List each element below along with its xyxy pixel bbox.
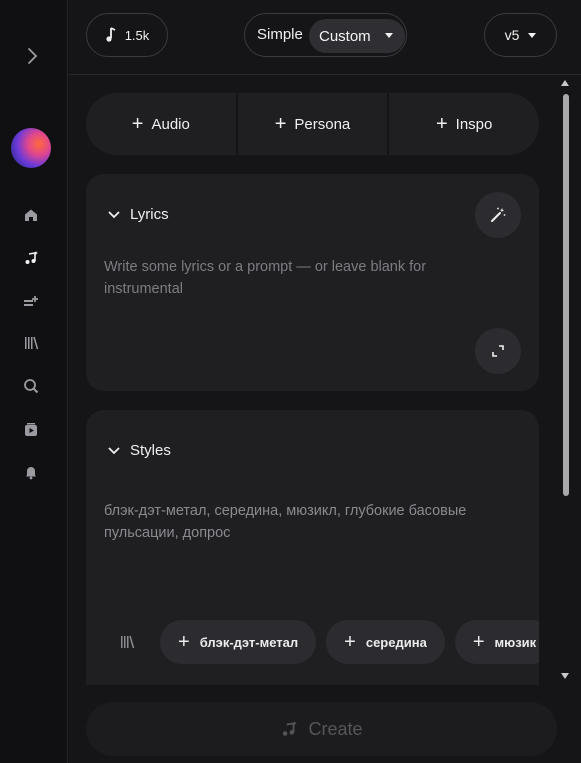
search-icon[interactable] <box>21 376 41 396</box>
add-buttons-row: + Audio + Persona + Inspo <box>86 93 539 155</box>
library-icon <box>121 635 135 649</box>
style-chip[interactable]: + середина <box>326 620 445 664</box>
add-inspo-button[interactable]: + Inspo <box>387 93 539 155</box>
lyrics-input[interactable]: Write some lyrics or a prompt — or leave… <box>104 256 464 300</box>
credits-count: 1.5k <box>124 27 150 43</box>
lyrics-panel: Lyrics Write some lyrics or a prompt — o… <box>86 174 539 391</box>
styles-header[interactable]: Styles <box>108 442 171 459</box>
style-chip[interactable]: + мюзик <box>454 620 539 664</box>
add-audio-button[interactable]: + Audio <box>86 93 236 155</box>
version-select[interactable]: v5 <box>484 13 557 57</box>
style-library-button[interactable] <box>104 620 150 664</box>
mode-simple-tab[interactable]: Simple <box>257 26 303 43</box>
style-chips-row: + блэк-дэт-метал + середина + мюзик <box>104 620 539 664</box>
create-label: Create <box>308 718 363 739</box>
mode-toggle: Simple Custom <box>244 13 407 57</box>
styles-input[interactable]: блэк-дэт-метал, середина, мюзикл, глубок… <box>104 500 494 544</box>
styles-heading: Styles <box>130 442 171 459</box>
plus-icon: + <box>472 631 485 653</box>
chevron-down-icon <box>108 210 120 218</box>
expand-icon <box>492 345 504 357</box>
scroll-up-arrow-icon[interactable] <box>561 80 569 86</box>
create-music-icon <box>283 721 298 736</box>
mode-custom-label: Custom <box>319 27 371 45</box>
style-chip-label: середина <box>365 634 427 650</box>
version-label: v5 <box>504 27 520 43</box>
expand-button[interactable] <box>475 328 521 374</box>
library-icon[interactable] <box>21 333 41 353</box>
style-chip-label: блэк-дэт-метал <box>199 634 299 650</box>
add-inspo-label: Inspo <box>455 115 493 133</box>
bell-icon[interactable] <box>21 462 41 482</box>
plus-icon: + <box>344 631 356 653</box>
scrollbar-thumb[interactable] <box>563 94 569 496</box>
mode-custom-tab[interactable]: Custom <box>309 19 405 53</box>
caret-down-icon <box>385 33 393 38</box>
chevron-down-icon <box>108 446 120 454</box>
create-panel: 1.5k Simple Custom v5 + Audio + Persona … <box>69 0 581 763</box>
plus-icon: + <box>274 113 287 135</box>
playlist-add-icon[interactable] <box>21 291 41 311</box>
plus-icon: + <box>178 631 190 653</box>
add-persona-label: Persona <box>294 115 351 133</box>
add-audio-label: Audio <box>151 115 190 133</box>
credits-button[interactable]: 1.5k <box>86 13 168 57</box>
left-sidebar <box>0 0 68 763</box>
lyrics-heading: Lyrics <box>130 206 169 223</box>
create-button[interactable]: Create <box>86 702 557 756</box>
magic-wand-button[interactable] <box>475 192 521 238</box>
plus-icon: + <box>131 113 144 135</box>
create-music-icon[interactable] <box>21 248 41 268</box>
lyrics-header[interactable]: Lyrics <box>108 206 169 223</box>
caret-down-icon <box>528 32 537 38</box>
music-note-icon <box>106 27 116 42</box>
styles-panel: Styles блэк-дэт-метал, середина, мюзикл,… <box>86 410 539 685</box>
magic-wand-icon <box>491 207 506 222</box>
home-icon[interactable] <box>21 205 41 225</box>
chevron-right-icon[interactable] <box>22 46 42 66</box>
style-chip-label: мюзик <box>494 634 537 650</box>
add-persona-button[interactable]: + Persona <box>235 93 388 155</box>
top-bar: 1.5k Simple Custom v5 <box>69 0 581 75</box>
scroll-down-arrow-icon[interactable] <box>561 673 569 679</box>
avatar[interactable] <box>11 128 51 168</box>
style-chip[interactable]: + блэк-дэт-метал <box>160 620 317 664</box>
plus-icon: + <box>435 113 448 135</box>
video-icon[interactable] <box>21 420 41 440</box>
